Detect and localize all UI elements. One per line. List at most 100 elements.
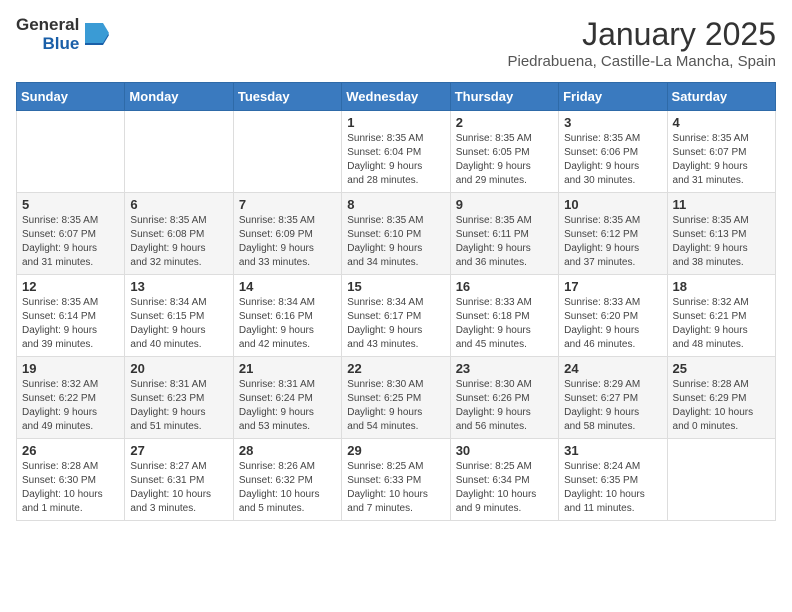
day-cell-10: 10 Sunrise: 8:35 AM Sunset: 6:12 PM Dayli…: [559, 193, 667, 275]
day-info: Sunrise: 8:35 AM Sunset: 6:14 PM Dayligh…: [22, 296, 119, 352]
weekday-header-friday: Friday: [559, 83, 667, 111]
day-cell-15: 15Sunrise: 8:34 AM Sunset: 6:17 PM Dayli…: [342, 275, 450, 357]
day-number: 19: [22, 361, 119, 376]
weekday-header-saturday: Saturday: [667, 83, 775, 111]
day-number: 20: [130, 361, 227, 376]
day-cell-13: 13Sunrise: 8:34 AM Sunset: 6:15 PM Dayli…: [125, 275, 233, 357]
day-info: Sunrise: 8:35 AM Sunset: 6:08 PM Dayligh…: [130, 214, 227, 270]
weekday-header-row: SundayMondayTuesdayWednesdayThursdayFrid…: [17, 83, 776, 111]
week-row-3: 12 Sunrise: 8:35 AM Sunset: 6:14 PM Dayli…: [17, 275, 776, 357]
day-cell-4: 4Sunrise: 8:35 AM Sunset: 6:07 PM Daylig…: [667, 111, 775, 193]
week-row-1: 1 Sunrise: 8:35 AM Sunset: 6:04 PM Daylig…: [17, 111, 776, 193]
day-info: Sunrise: 8:35 AM Sunset: 6:10 PM Dayligh…: [347, 214, 444, 270]
day-info: Sunrise: 8:28 AM Sunset: 6:29 PM Dayligh…: [673, 378, 770, 434]
day-cell-25: 25 Sunrise: 8:28 AM Sunset: 6:29 PM Dayli…: [667, 357, 775, 439]
day-info: Sunrise: 8:35 AM Sunset: 6:11 PM Dayligh…: [456, 214, 553, 270]
day-number: 21: [239, 361, 336, 376]
logo-general: General: [16, 16, 79, 35]
day-cell-1: 1 Sunrise: 8:35 AM Sunset: 6:04 PM Daylig…: [342, 111, 450, 193]
day-number: 28: [239, 443, 336, 458]
day-cell-19: 19 Sunrise: 8:32 AM Sunset: 6:22 PM Dayli…: [17, 357, 125, 439]
day-cell-26: 26Sunrise: 8:28 AM Sunset: 6:30 PM Dayli…: [17, 439, 125, 521]
day-info: Sunrise: 8:29 AM Sunset: 6:27 PM Dayligh…: [564, 378, 661, 434]
day-info: Sunrise: 8:25 AM Sunset: 6:34 PM Dayligh…: [456, 460, 553, 516]
day-cell-31: 31Sunrise: 8:24 AM Sunset: 6:35 PM Dayli…: [559, 439, 667, 521]
day-info: Sunrise: 8:35 AM Sunset: 6:06 PM Dayligh…: [564, 132, 661, 188]
day-number: 23: [456, 361, 553, 376]
day-cell-22: 22 Sunrise: 8:30 AM Sunset: 6:25 PM Dayli…: [342, 357, 450, 439]
weekday-header-tuesday: Tuesday: [233, 83, 341, 111]
day-number: 4: [673, 115, 770, 130]
day-info: Sunrise: 8:32 AM Sunset: 6:21 PM Dayligh…: [673, 296, 770, 352]
day-info: Sunrise: 8:30 AM Sunset: 6:26 PM Dayligh…: [456, 378, 553, 434]
day-number: 30: [456, 443, 553, 458]
day-info: Sunrise: 8:35 AM Sunset: 6:13 PM Dayligh…: [673, 214, 770, 270]
day-cell-7: 7Sunrise: 8:35 AM Sunset: 6:09 PM Daylig…: [233, 193, 341, 275]
day-cell-28: 28 Sunrise: 8:26 AM Sunset: 6:32 PM Dayli…: [233, 439, 341, 521]
calendar-subtitle: Piedrabuena, Castille-La Mancha, Spain: [508, 53, 777, 70]
day-info: Sunrise: 8:34 AM Sunset: 6:15 PM Dayligh…: [130, 296, 227, 352]
day-number: 16: [456, 279, 553, 294]
empty-cell: [233, 111, 341, 193]
day-number: 12: [22, 279, 119, 294]
day-number: 9: [456, 197, 553, 212]
weekday-header-sunday: Sunday: [17, 83, 125, 111]
day-cell-6: 6Sunrise: 8:35 AM Sunset: 6:08 PM Daylig…: [125, 193, 233, 275]
empty-cell: [125, 111, 233, 193]
day-cell-18: 18 Sunrise: 8:32 AM Sunset: 6:21 PM Dayli…: [667, 275, 775, 357]
week-row-4: 19 Sunrise: 8:32 AM Sunset: 6:22 PM Dayli…: [17, 357, 776, 439]
calendar-title: January 2025: [508, 16, 777, 53]
day-info: Sunrise: 8:25 AM Sunset: 6:33 PM Dayligh…: [347, 460, 444, 516]
day-number: 2: [456, 115, 553, 130]
day-cell-27: 27Sunrise: 8:27 AM Sunset: 6:31 PM Dayli…: [125, 439, 233, 521]
day-number: 31: [564, 443, 661, 458]
empty-cell: [667, 439, 775, 521]
day-info: Sunrise: 8:34 AM Sunset: 6:17 PM Dayligh…: [347, 296, 444, 352]
week-row-2: 5Sunrise: 8:35 AM Sunset: 6:07 PM Daylig…: [17, 193, 776, 275]
day-info: Sunrise: 8:34 AM Sunset: 6:16 PM Dayligh…: [239, 296, 336, 352]
day-info: Sunrise: 8:33 AM Sunset: 6:18 PM Dayligh…: [456, 296, 553, 352]
week-row-5: 26Sunrise: 8:28 AM Sunset: 6:30 PM Dayli…: [17, 439, 776, 521]
title-area: January 2025 Piedrabuena, Castille-La Ma…: [508, 16, 777, 70]
weekday-header-wednesday: Wednesday: [342, 83, 450, 111]
day-cell-17: 17Sunrise: 8:33 AM Sunset: 6:20 PM Dayli…: [559, 275, 667, 357]
day-cell-9: 9 Sunrise: 8:35 AM Sunset: 6:11 PM Daylig…: [450, 193, 558, 275]
day-cell-20: 20 Sunrise: 8:31 AM Sunset: 6:23 PM Dayli…: [125, 357, 233, 439]
day-number: 10: [564, 197, 661, 212]
day-number: 29: [347, 443, 444, 458]
day-number: 22: [347, 361, 444, 376]
calendar-table: SundayMondayTuesdayWednesdayThursdayFrid…: [16, 82, 776, 521]
day-cell-29: 29 Sunrise: 8:25 AM Sunset: 6:33 PM Dayli…: [342, 439, 450, 521]
day-info: Sunrise: 8:30 AM Sunset: 6:25 PM Dayligh…: [347, 378, 444, 434]
day-cell-24: 24 Sunrise: 8:29 AM Sunset: 6:27 PM Dayli…: [559, 357, 667, 439]
day-info: Sunrise: 8:35 AM Sunset: 6:12 PM Dayligh…: [564, 214, 661, 270]
day-cell-5: 5Sunrise: 8:35 AM Sunset: 6:07 PM Daylig…: [17, 193, 125, 275]
day-number: 27: [130, 443, 227, 458]
day-info: Sunrise: 8:28 AM Sunset: 6:30 PM Dayligh…: [22, 460, 119, 516]
day-info: Sunrise: 8:35 AM Sunset: 6:04 PM Dayligh…: [347, 132, 444, 188]
day-info: Sunrise: 8:35 AM Sunset: 6:05 PM Dayligh…: [456, 132, 553, 188]
logo-blue: Blue: [42, 35, 79, 54]
day-number: 1: [347, 115, 444, 130]
weekday-header-monday: Monday: [125, 83, 233, 111]
logo: General Blue: [16, 16, 109, 53]
day-info: Sunrise: 8:26 AM Sunset: 6:32 PM Dayligh…: [239, 460, 336, 516]
day-cell-8: 8 Sunrise: 8:35 AM Sunset: 6:10 PM Daylig…: [342, 193, 450, 275]
day-cell-11: 11 Sunrise: 8:35 AM Sunset: 6:13 PM Dayli…: [667, 193, 775, 275]
day-number: 24: [564, 361, 661, 376]
day-cell-30: 30 Sunrise: 8:25 AM Sunset: 6:34 PM Dayli…: [450, 439, 558, 521]
day-number: 8: [347, 197, 444, 212]
day-number: 25: [673, 361, 770, 376]
day-info: Sunrise: 8:31 AM Sunset: 6:24 PM Dayligh…: [239, 378, 336, 434]
day-cell-12: 12 Sunrise: 8:35 AM Sunset: 6:14 PM Dayli…: [17, 275, 125, 357]
day-cell-23: 23 Sunrise: 8:30 AM Sunset: 6:26 PM Dayli…: [450, 357, 558, 439]
day-number: 3: [564, 115, 661, 130]
day-info: Sunrise: 8:32 AM Sunset: 6:22 PM Dayligh…: [22, 378, 119, 434]
day-info: Sunrise: 8:35 AM Sunset: 6:09 PM Dayligh…: [239, 214, 336, 270]
page-header: General Blue January 2025 Piedrabuena, C…: [16, 16, 776, 70]
day-number: 18: [673, 279, 770, 294]
day-info: Sunrise: 8:33 AM Sunset: 6:20 PM Dayligh…: [564, 296, 661, 352]
day-number: 11: [673, 197, 770, 212]
day-info: Sunrise: 8:31 AM Sunset: 6:23 PM Dayligh…: [130, 378, 227, 434]
day-cell-21: 21 Sunrise: 8:31 AM Sunset: 6:24 PM Dayli…: [233, 357, 341, 439]
